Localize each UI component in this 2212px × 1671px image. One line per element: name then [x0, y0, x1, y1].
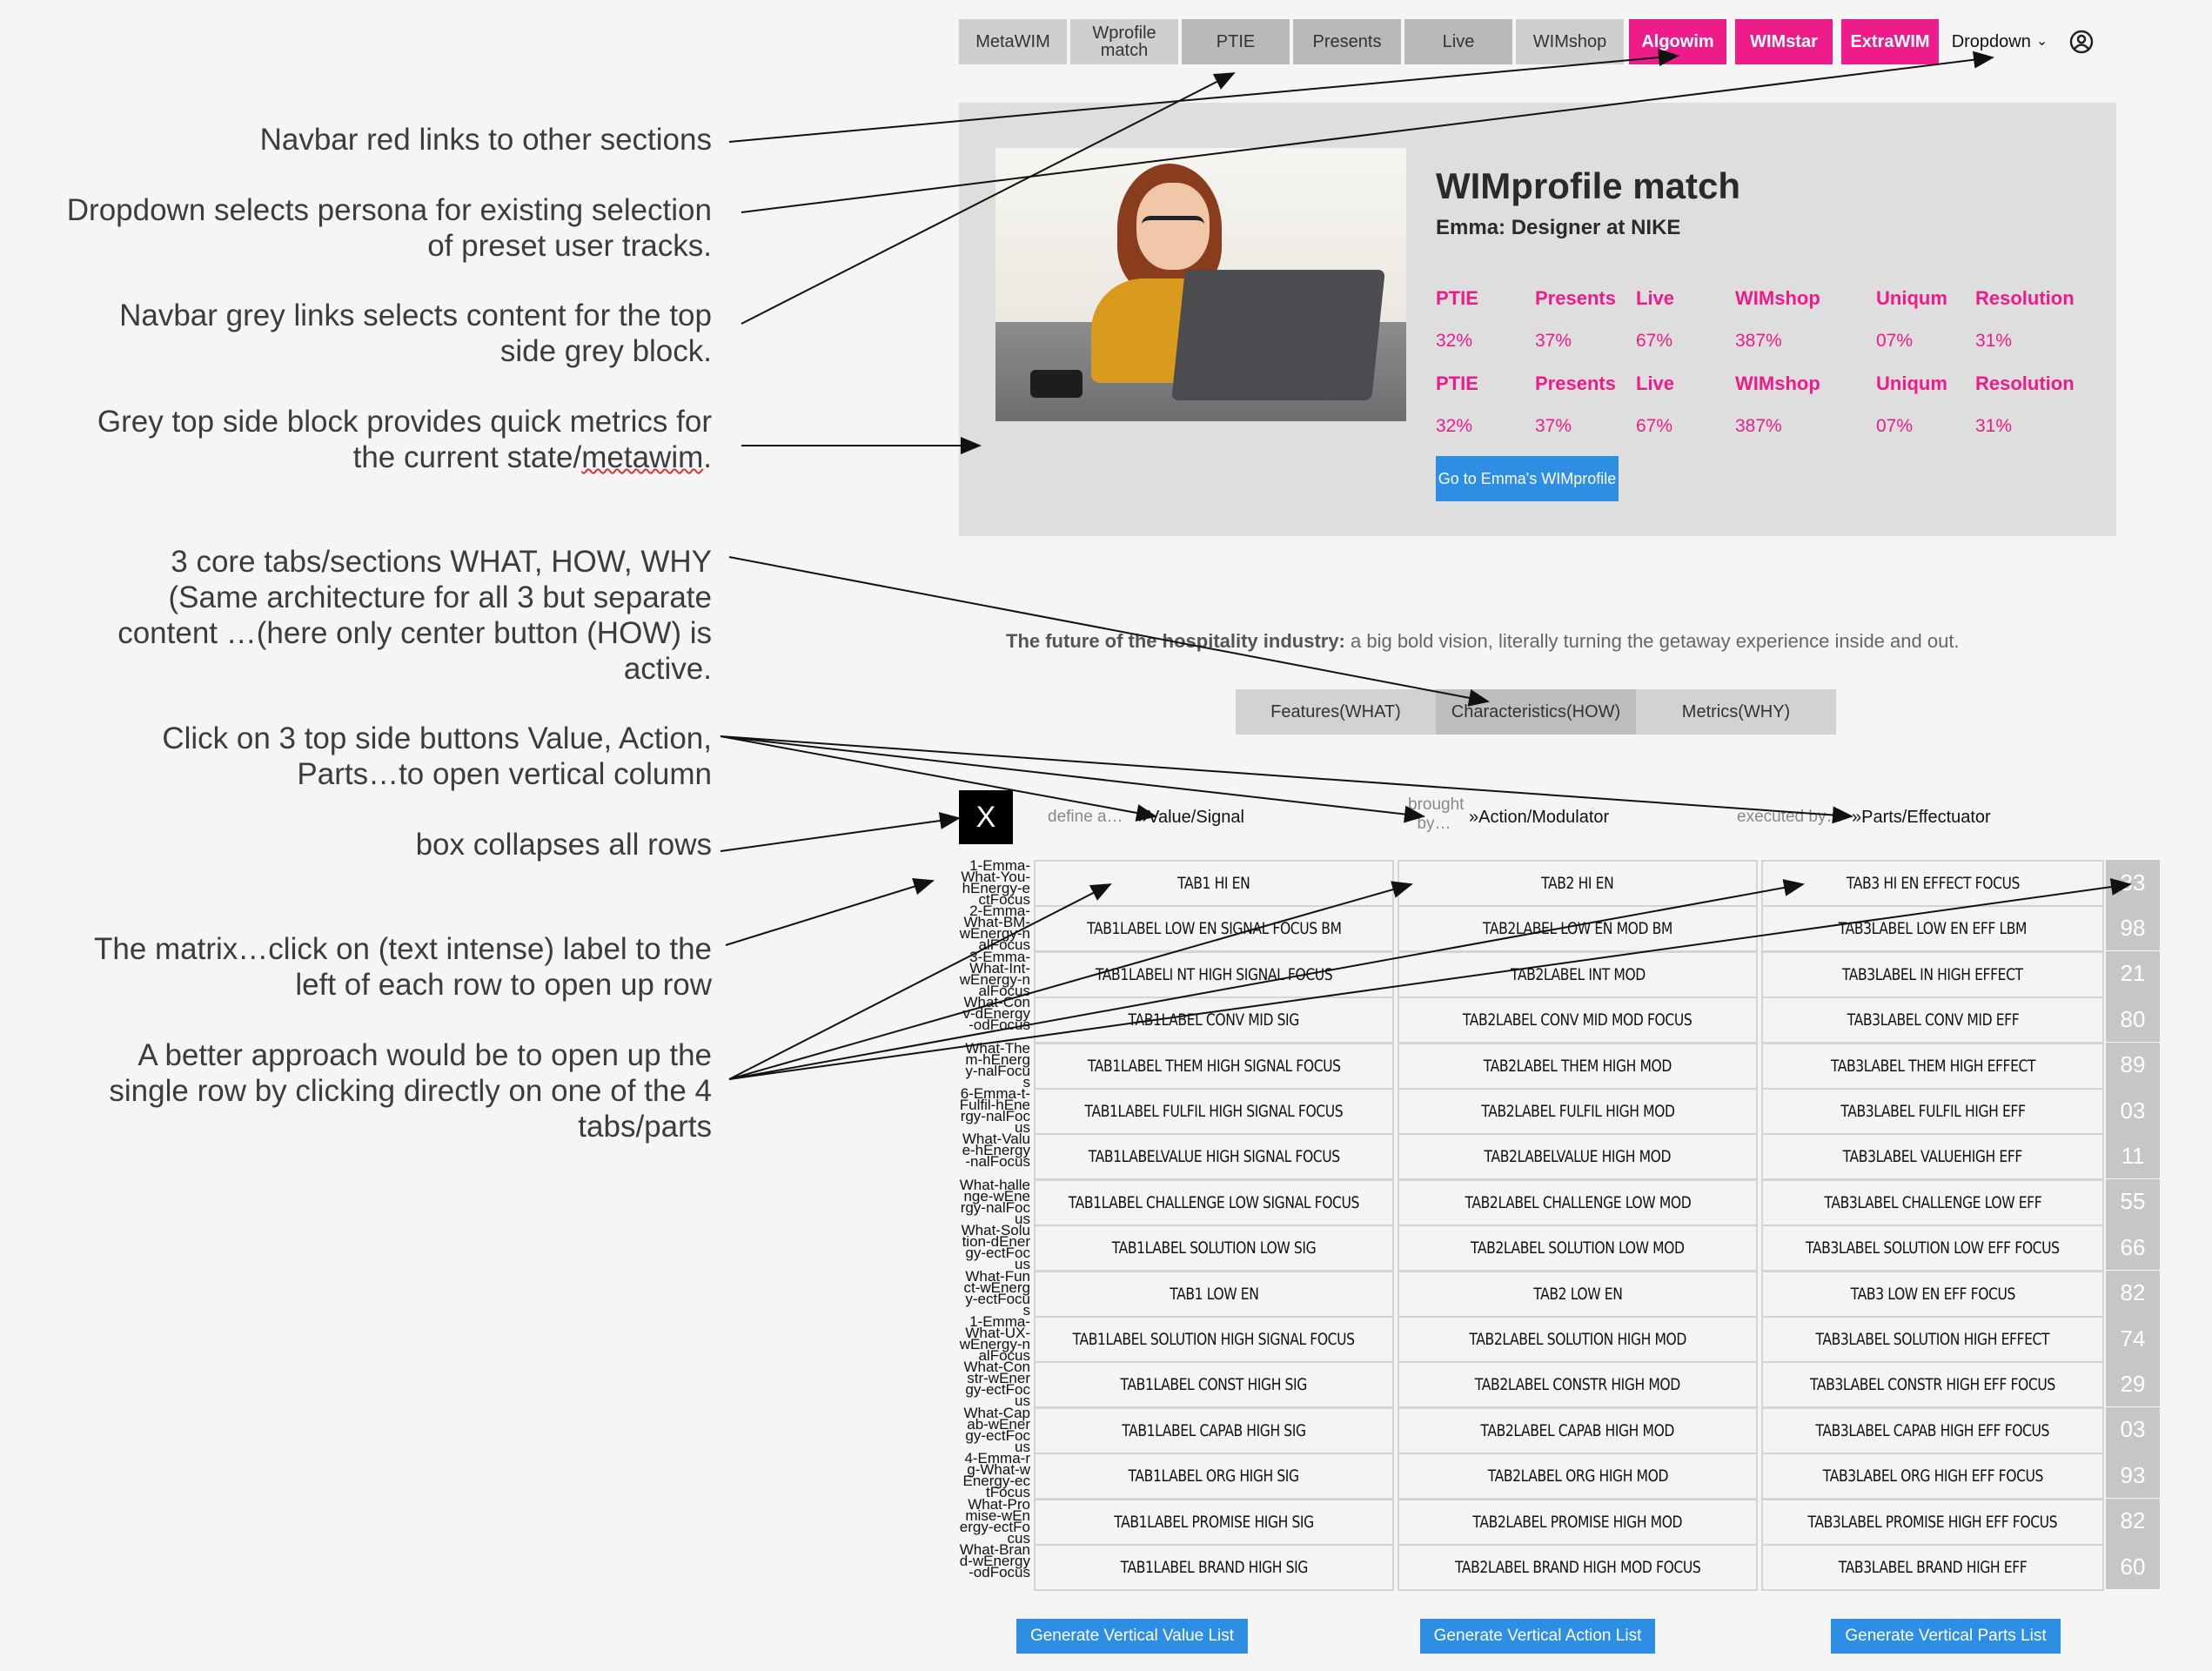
annotation-arrows [720, 49, 2132, 1080]
